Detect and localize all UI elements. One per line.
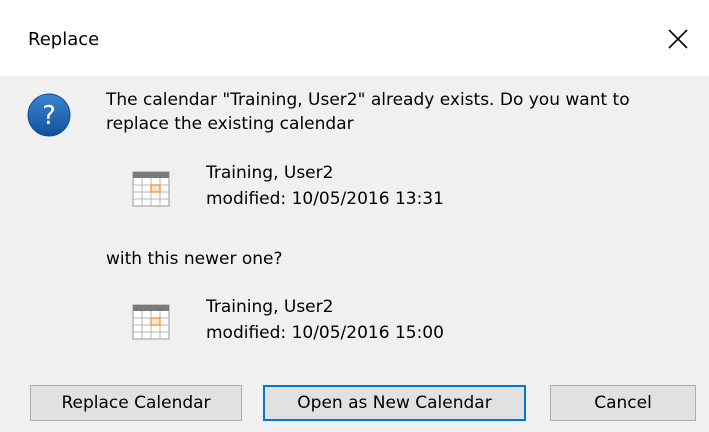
- dialog-message: The calendar "Training, User2" already e…: [106, 90, 630, 134]
- close-icon: [668, 29, 688, 49]
- calendar-icon: [132, 304, 170, 340]
- dialog-title: Replace: [28, 29, 100, 50]
- replace-dialog: Replace ? The calendar "Training, User2"…: [0, 0, 709, 432]
- calendar-icon: [132, 171, 170, 207]
- question-icon: ?: [27, 93, 71, 137]
- svg-text:?: ?: [42, 101, 56, 131]
- existing-calendar-modified: modified: 10/05/2016 13:31: [206, 189, 444, 209]
- newer-calendar-name: Training, User2: [206, 297, 334, 317]
- open-as-new-calendar-button[interactable]: Open as New Calendar: [263, 385, 526, 421]
- newer-prompt: with this newer one?: [106, 249, 283, 269]
- title-bar: Replace: [0, 0, 709, 76]
- close-button[interactable]: [649, 0, 709, 76]
- cancel-button[interactable]: Cancel: [550, 385, 696, 421]
- existing-calendar-name: Training, User2: [206, 163, 334, 183]
- newer-calendar-modified: modified: 10/05/2016 15:00: [206, 323, 444, 343]
- replace-calendar-button[interactable]: Replace Calendar: [30, 385, 242, 421]
